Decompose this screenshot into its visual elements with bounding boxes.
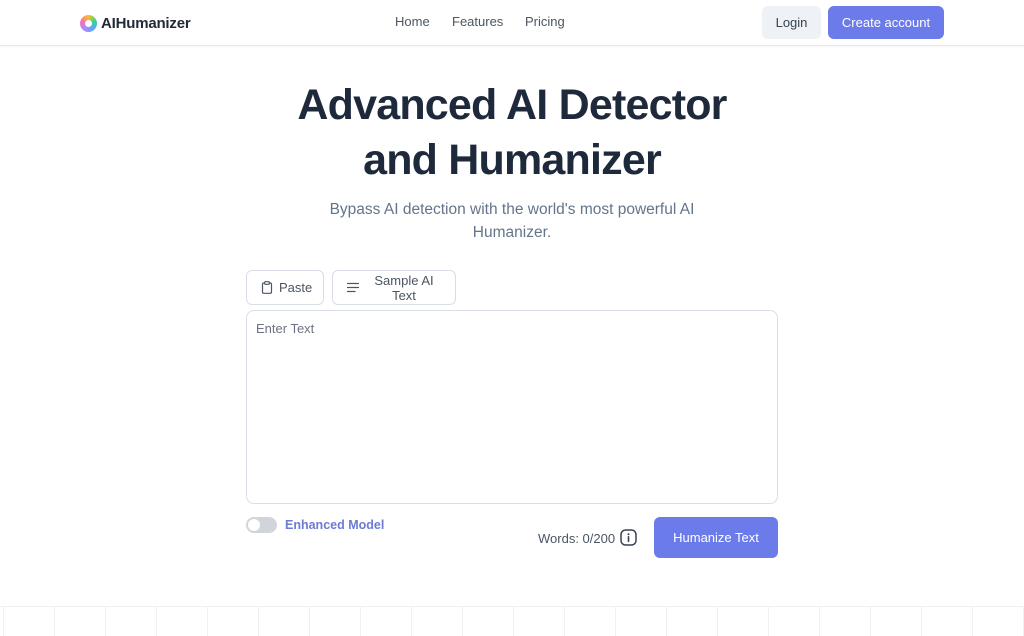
enhanced-model-label: Enhanced Model — [285, 518, 385, 532]
top-header: AIHumanizer Home Features Pricing Login … — [0, 0, 1024, 46]
toggle-knob — [248, 519, 260, 531]
login-button[interactable]: Login — [762, 6, 821, 39]
page-subtitle: Bypass AI detection with the world's mos… — [329, 201, 695, 241]
lines-icon — [347, 282, 359, 293]
logo-text: AIHumanizer — [101, 14, 191, 32]
logo[interactable]: AIHumanizer — [80, 12, 191, 34]
humanize-text-button[interactable]: Humanize Text — [654, 517, 778, 558]
info-icon[interactable] — [620, 529, 637, 546]
create-account-button[interactable]: Create account — [828, 6, 944, 39]
word-count: Words: 0/200 — [538, 531, 616, 546]
enhanced-model-toggle[interactable] — [246, 517, 277, 533]
nav-home-link[interactable]: Home — [395, 14, 430, 29]
page-title-line1: Advanced AI Detector — [297, 81, 727, 129]
sample-ai-text-label: Sample AI Text — [374, 272, 434, 303]
paste-button-label: Paste — [279, 280, 313, 295]
page-title: Advanced AI Detector and Humanizer — [212, 78, 812, 188]
text-input[interactable] — [246, 310, 778, 504]
nav-features-link[interactable]: Features — [452, 14, 503, 29]
clipboard-icon — [261, 281, 273, 294]
page-title-line2: and Humanizer — [363, 136, 662, 184]
logo-mark-icon — [80, 14, 97, 32]
paste-button[interactable]: Paste — [246, 270, 324, 305]
nav-pricing-link[interactable]: Pricing — [525, 14, 565, 29]
background-grid — [0, 606, 1024, 636]
sample-ai-text-button[interactable]: Sample AI Text — [332, 270, 456, 305]
